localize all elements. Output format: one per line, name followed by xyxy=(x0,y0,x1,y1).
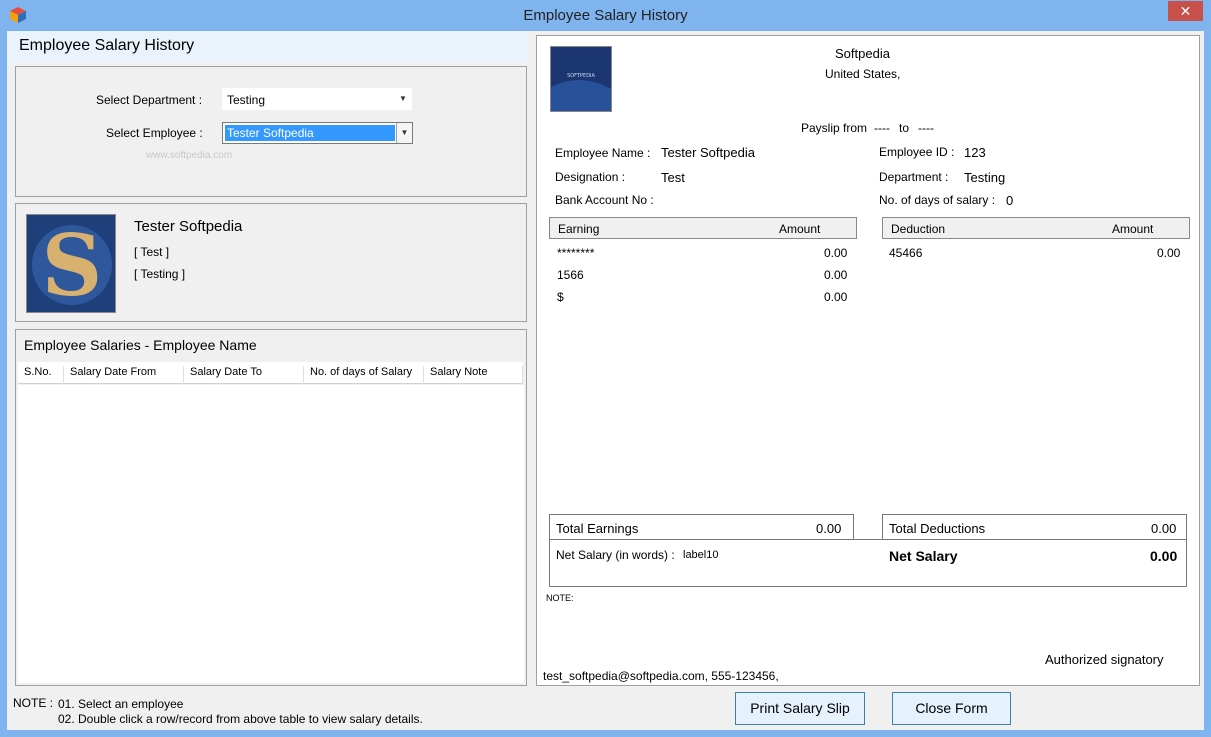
column-note[interactable]: Salary Note xyxy=(424,366,523,384)
days-of-salary-label: No. of days of salary : xyxy=(879,193,996,207)
column-sno[interactable]: S.No. xyxy=(18,366,64,384)
deductions-header: Deduction Amount xyxy=(882,217,1190,239)
app-window: Employee Salary History ✕ Employee Salar… xyxy=(0,0,1211,737)
net-salary-value: 0.00 xyxy=(1150,548,1178,564)
department-select[interactable]: Testing ▼ xyxy=(222,88,412,110)
deduction-amount-header: Amount xyxy=(1112,222,1154,236)
chevron-down-icon[interactable]: ▼ xyxy=(395,89,411,109)
profile-designation: [ Test ] xyxy=(134,245,170,259)
watermark: www.softpedia.com xyxy=(146,150,233,161)
designation-label: Designation : xyxy=(555,170,626,184)
earnings-header: Earning Amount xyxy=(549,217,857,239)
net-words-value: label10 xyxy=(683,549,719,561)
earning-row-1-name: ******** xyxy=(557,246,595,260)
column-date-from[interactable]: Salary Date From xyxy=(64,366,184,384)
payslip-note-label: NOTE: xyxy=(546,593,574,603)
earning-row-3-amount: 0.00 xyxy=(824,290,848,304)
close-form-button[interactable]: Close Form xyxy=(892,692,1011,725)
close-window-button[interactable]: ✕ xyxy=(1168,1,1203,21)
company-name: Softpedia xyxy=(835,46,890,61)
column-days[interactable]: No. of days of Salary xyxy=(304,366,424,384)
earning-row-1-amount: 0.00 xyxy=(824,246,848,260)
profile-panel: S Tester Softpedia [ Test ] [ Testing ] xyxy=(15,203,527,322)
employee-select[interactable]: Tester Softpedia ▼ xyxy=(222,122,413,144)
note-line-1: 01. Select an employee xyxy=(58,697,184,711)
window-title: Employee Salary History xyxy=(523,7,688,24)
earning-row-2-amount: 0.00 xyxy=(824,268,848,282)
avatar: S xyxy=(26,214,116,313)
title-bar: Employee Salary History ✕ xyxy=(0,0,1211,31)
company-logo: SOFTPEDIA xyxy=(550,46,612,112)
payslip-from-label: Payslip from xyxy=(801,121,868,135)
deduction-header-label: Deduction xyxy=(891,222,946,236)
payslip-panel: SOFTPEDIA Softpedia United States, Paysl… xyxy=(536,35,1200,686)
page-heading: Employee Salary History xyxy=(19,37,195,54)
earning-amount-header: Amount xyxy=(779,222,821,236)
softpedia-logo-icon: S xyxy=(27,215,115,313)
total-deductions-box: Total Deductions 0.00 xyxy=(882,514,1187,540)
company-country: United States, xyxy=(825,67,901,81)
total-deductions-value: 0.00 xyxy=(1151,521,1177,536)
chevron-down-icon[interactable]: ▼ xyxy=(396,123,412,143)
contact-line: test_softpedia@softpedia.com, 555-123456… xyxy=(543,669,779,683)
bank-account-label: Bank Account No : xyxy=(555,193,654,207)
department-value: Testing xyxy=(964,170,1006,185)
total-earnings-box: Total Earnings 0.00 xyxy=(549,514,854,540)
svg-text:SOFTPEDIA: SOFTPEDIA xyxy=(567,73,595,79)
employee-name-label: Employee Name : xyxy=(555,146,651,160)
salaries-panel: Employee Salaries - Employee Name S.No. … xyxy=(15,329,527,686)
selection-panel: Select Department : Testing ▼ Select Emp… xyxy=(15,66,527,197)
profile-name: Tester Softpedia xyxy=(134,218,243,235)
designation-value: Test xyxy=(661,170,685,185)
payslip-from-value: ---- xyxy=(874,121,890,135)
authorized-signatory: Authorized signatory xyxy=(1045,652,1164,667)
salaries-table-body[interactable] xyxy=(18,385,524,683)
deduction-row-1-amount: 0.00 xyxy=(1157,246,1181,260)
select-employee-label: Select Employee : xyxy=(106,126,203,140)
net-words-label: Net Salary (in words) : xyxy=(556,548,675,562)
deduction-row-1-name: 45466 xyxy=(889,246,923,260)
employee-id-value: 123 xyxy=(964,145,986,160)
days-of-salary-value: 0 xyxy=(1006,193,1014,208)
earning-row-3-name: $ xyxy=(557,290,564,304)
total-earnings-label: Total Earnings xyxy=(556,521,639,536)
svg-text:S: S xyxy=(42,216,103,313)
profile-department: [ Testing ] xyxy=(134,267,186,281)
employee-id-label: Employee ID : xyxy=(879,145,955,159)
earning-row-2-name: 1566 xyxy=(557,268,584,282)
department-select-value: Testing xyxy=(227,93,266,107)
net-salary-box: Net Salary (in words) : label10 Net Sala… xyxy=(549,539,1187,587)
net-salary-label: Net Salary xyxy=(889,548,958,564)
payslip-to-value: ---- xyxy=(918,121,934,135)
earning-header-label: Earning xyxy=(558,222,600,236)
total-deductions-label: Total Deductions xyxy=(889,521,986,536)
employee-name-value: Tester Softpedia xyxy=(661,145,755,160)
salaries-title: Employee Salaries - Employee Name xyxy=(24,337,257,353)
client-area: Employee Salary History Select Departmen… xyxy=(7,31,1204,730)
column-date-to[interactable]: Salary Date To xyxy=(184,366,304,384)
note-line-2: 02. Double click a row/record from above… xyxy=(58,712,423,726)
department-label: Department : xyxy=(879,170,949,184)
payslip-to-label: to xyxy=(899,121,910,135)
select-department-label: Select Department : xyxy=(96,93,203,107)
salaries-table-header: S.No. Salary Date From Salary Date To No… xyxy=(18,362,523,384)
company-logo-icon: SOFTPEDIA xyxy=(551,47,611,111)
total-earnings-value: 0.00 xyxy=(816,521,842,536)
employee-select-value: Tester Softpedia xyxy=(225,125,395,141)
note-label: NOTE : xyxy=(13,696,54,710)
print-salary-slip-button[interactable]: Print Salary Slip xyxy=(735,692,865,725)
